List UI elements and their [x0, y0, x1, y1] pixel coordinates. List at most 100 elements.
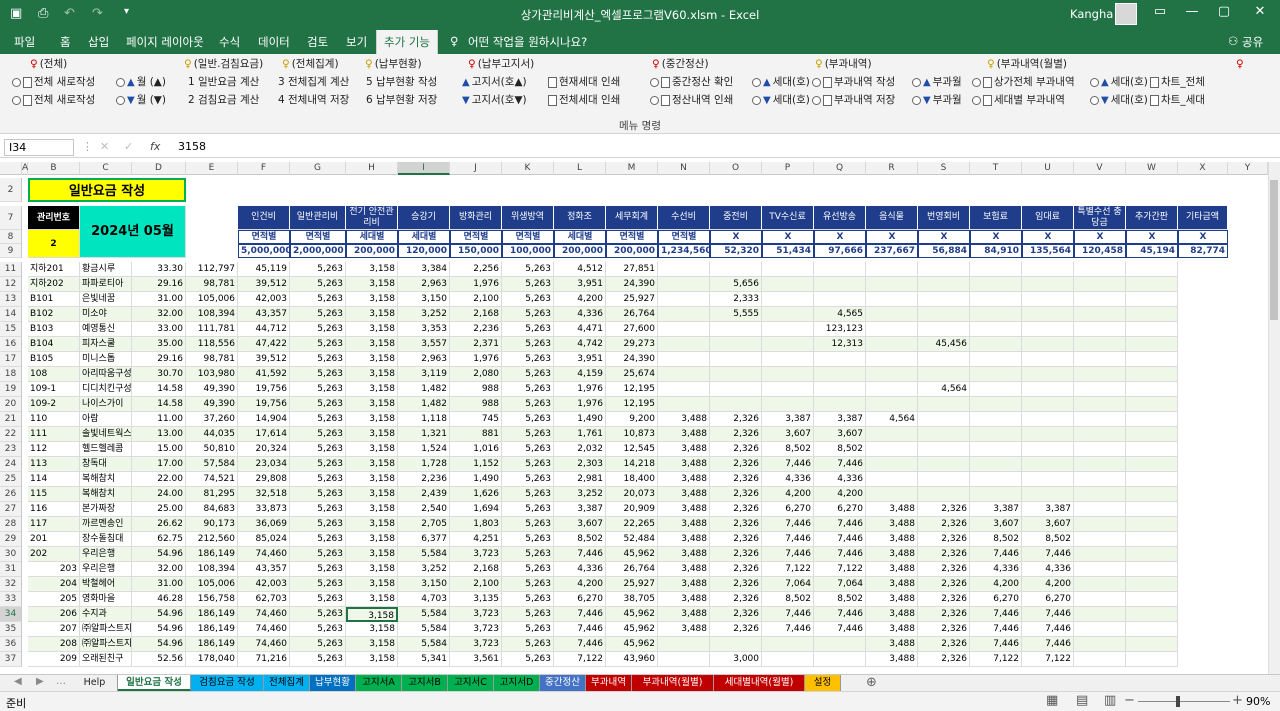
fee-cell[interactable]: 5,263 [290, 337, 346, 352]
fee-cell[interactable]: 2,371 [450, 337, 502, 352]
fee-cell[interactable]: 7,446 [814, 607, 866, 622]
tab-page-layout[interactable]: 페이지 레이아웃 [126, 34, 204, 50]
ribbon-button-row1-11[interactable]: 상가전체 부과내역 [972, 76, 1075, 89]
fee-cell[interactable]: 33,873 [238, 502, 290, 517]
fee-cell[interactable]: 5,263 [502, 367, 554, 382]
fee-cell[interactable]: 3,158 [346, 577, 398, 592]
fee-cell[interactable]: 5,263 [290, 502, 346, 517]
fee-cell[interactable]: 43,357 [238, 307, 290, 322]
fee-cell[interactable]: 7,122 [762, 562, 814, 577]
fee-cell[interactable]: 43,960 [606, 652, 658, 667]
radio-icon[interactable] [972, 96, 981, 105]
fee-cell[interactable]: 4,336 [970, 562, 1022, 577]
empty-cell[interactable] [1126, 577, 1178, 592]
empty-cell[interactable] [1126, 592, 1178, 607]
fee-cell[interactable] [866, 307, 918, 322]
row-header[interactable]: 19 [0, 382, 22, 397]
ribbon-button-row2-10[interactable]: ▼ 부과월 [912, 94, 962, 107]
row-header[interactable]: 32 [0, 577, 22, 592]
fee-cell[interactable]: 3,353 [398, 322, 450, 337]
area-cell[interactable]: 54.96 [132, 607, 186, 622]
fee-cell[interactable] [1074, 277, 1126, 292]
fee-cell[interactable]: 3,158 [346, 487, 398, 502]
area-cell[interactable]: 29.16 [132, 352, 186, 367]
ribbon-button-row1-2[interactable]: 1 일반요금 계산 [188, 76, 259, 89]
radio-icon[interactable] [1090, 96, 1099, 105]
fee-cell[interactable]: 5,263 [502, 457, 554, 472]
empty-cell[interactable] [1126, 367, 1178, 382]
fee-cell[interactable] [866, 472, 918, 487]
fee-cell[interactable] [866, 397, 918, 412]
fee-cell[interactable]: 186,149 [186, 637, 238, 652]
fee-cell[interactable]: 44,712 [238, 322, 290, 337]
fee-cell[interactable]: 8,502 [554, 532, 606, 547]
tab-view[interactable]: 보기 [346, 34, 367, 50]
next-sheet-icon[interactable]: ▶ [36, 676, 44, 687]
fee-cell[interactable]: 3,158 [346, 637, 398, 652]
tenant-cell[interactable]: 장수돌침대 [80, 532, 132, 547]
fee-cell[interactable]: 9,200 [606, 412, 658, 427]
area-cell[interactable]: 24.00 [132, 487, 186, 502]
empty-cell[interactable] [1126, 442, 1178, 457]
fee-cell[interactable]: 5,263 [502, 322, 554, 337]
fee-cell[interactable]: 2,326 [918, 592, 970, 607]
fee-cell[interactable] [1022, 457, 1074, 472]
fee-cell[interactable]: 3,488 [866, 532, 918, 547]
fee-cell[interactable] [1022, 262, 1074, 277]
tab-home[interactable]: 홈 [60, 34, 71, 50]
fee-cell[interactable]: 3,387 [762, 412, 814, 427]
fee-cell[interactable]: 74,460 [238, 547, 290, 562]
unit-cell[interactable]: 114 [28, 472, 80, 487]
tenant-cell[interactable]: 본가짜장 [80, 502, 132, 517]
fee-cell[interactable] [1074, 517, 1126, 532]
fee-cell[interactable]: 7,446 [554, 637, 606, 652]
allocation-basis[interactable]: X [970, 230, 1022, 244]
fee-cell[interactable]: 5,263 [502, 352, 554, 367]
fee-cell[interactable]: 3,158 [346, 622, 398, 637]
fee-cell[interactable]: 6,270 [1022, 592, 1074, 607]
area-cell[interactable]: 14.58 [132, 397, 186, 412]
fee-cell[interactable] [918, 412, 970, 427]
fee-cell[interactable]: 3,150 [398, 292, 450, 307]
fee-cell[interactable]: 5,263 [502, 532, 554, 547]
row-header[interactable]: 30 [0, 547, 22, 562]
fee-cell[interactable]: 4,512 [554, 262, 606, 277]
fee-cell[interactable] [1074, 262, 1126, 277]
fee-cell[interactable]: 2,080 [450, 367, 502, 382]
fee-cell[interactable]: 2,326 [710, 607, 762, 622]
fee-cell[interactable]: 5,263 [290, 562, 346, 577]
fee-cell[interactable]: 3,158 [346, 562, 398, 577]
fee-cell[interactable]: 3,488 [866, 637, 918, 652]
fee-cell[interactable]: 7,446 [762, 607, 814, 622]
fee-cell[interactable]: 20,909 [606, 502, 658, 517]
fee-cell[interactable]: 108,394 [186, 562, 238, 577]
fee-cell[interactable] [866, 262, 918, 277]
fee-cell[interactable]: 3,607 [970, 517, 1022, 532]
fee-cell[interactable] [1022, 442, 1074, 457]
fee-cell[interactable] [970, 427, 1022, 442]
fee-cell[interactable]: 27,851 [606, 262, 658, 277]
ribbon-button-row2-4[interactable]: 6 납부현황 저장 [366, 94, 437, 107]
allocation-basis[interactable]: 면적별 [606, 230, 658, 244]
fee-cell[interactable]: 5,263 [290, 412, 346, 427]
fee-cell[interactable] [970, 412, 1022, 427]
expense-total[interactable]: 52,320 [710, 244, 762, 258]
fee-cell[interactable]: 5,263 [290, 472, 346, 487]
fee-cell[interactable] [970, 307, 1022, 322]
ribbon-button-row1-12[interactable]: ▲ 세대(호) [1090, 76, 1148, 89]
insert-function-icon[interactable]: fx [150, 140, 160, 153]
tab-insert[interactable]: 삽입 [88, 34, 109, 50]
column-header[interactable]: D [132, 162, 186, 175]
sheet-tab-9[interactable]: 중간정산 [540, 675, 586, 691]
fee-cell[interactable]: 29,273 [606, 337, 658, 352]
fee-cell[interactable]: 4,565 [814, 307, 866, 322]
fee-cell[interactable]: 3,158 [346, 442, 398, 457]
fee-cell[interactable]: 2,236 [398, 472, 450, 487]
fee-cell[interactable]: 3,488 [658, 592, 710, 607]
fee-cell[interactable]: 38,705 [606, 592, 658, 607]
fee-cell[interactable]: 3,488 [866, 577, 918, 592]
tenant-cell[interactable]: 황금시루 [80, 262, 132, 277]
fee-cell[interactable] [1074, 382, 1126, 397]
fee-cell[interactable]: 42,003 [238, 577, 290, 592]
row-header[interactable]: 25 [0, 472, 22, 487]
